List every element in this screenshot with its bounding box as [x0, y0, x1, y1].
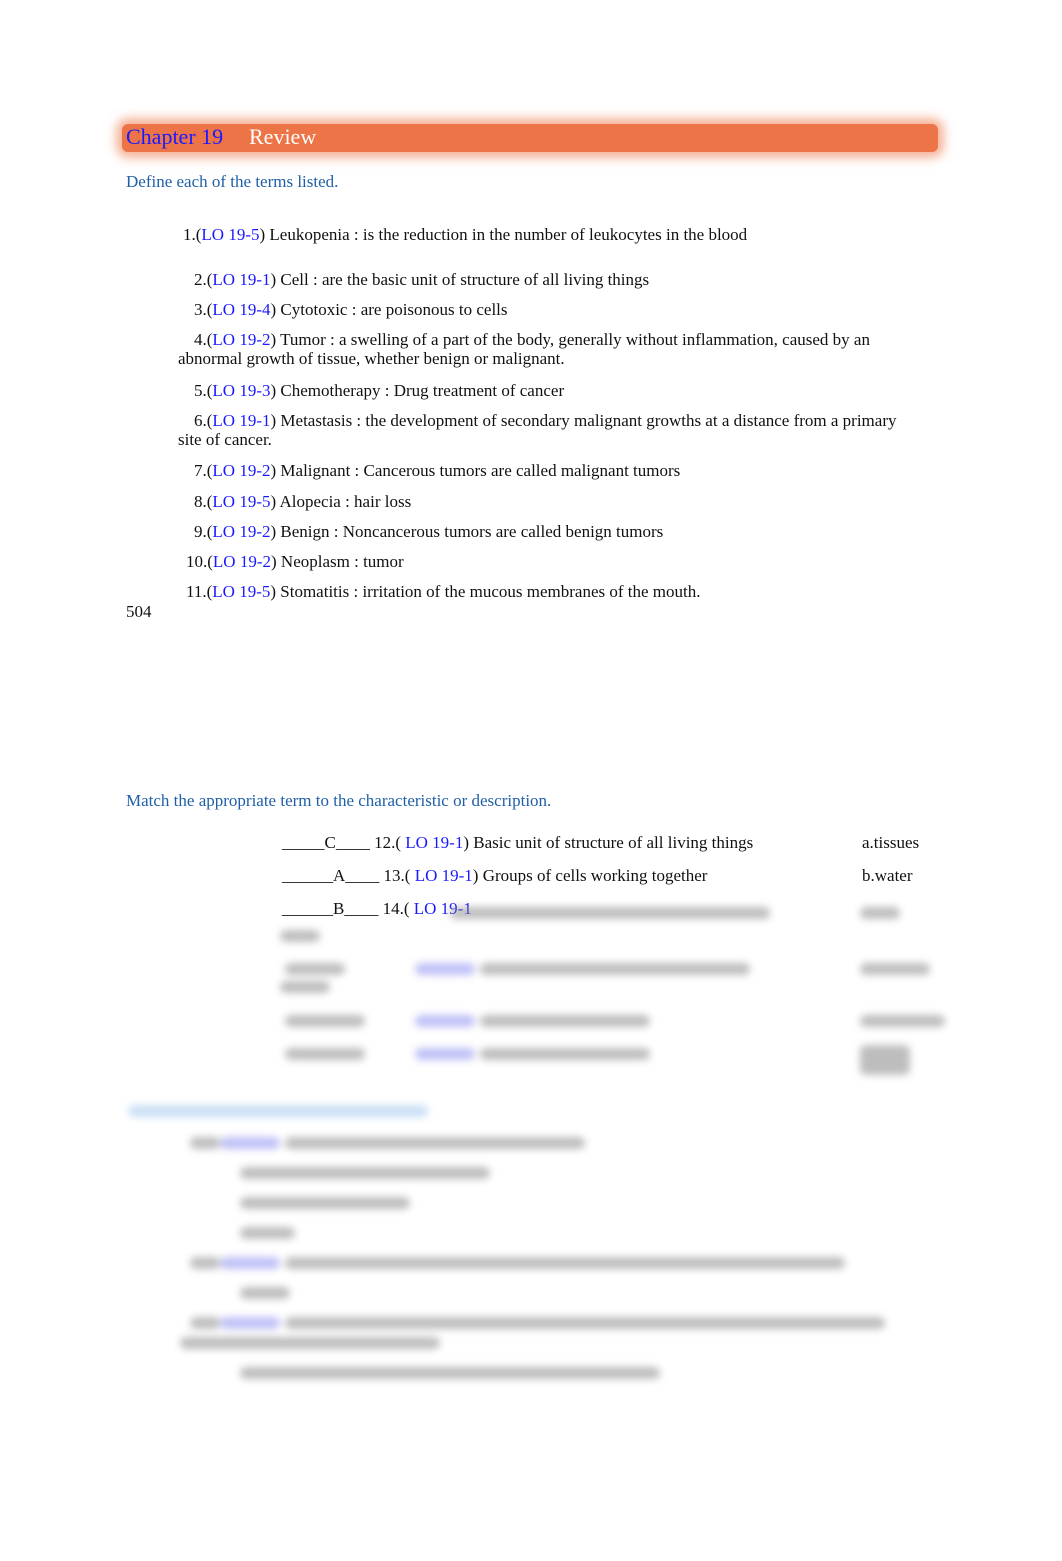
item-number: 1.(: [183, 225, 202, 244]
definition-item: 9.(LO 19-2) Benign : Noncancerous tumors…: [194, 522, 663, 542]
item-number: 8.(: [194, 492, 213, 511]
define-instruction: Define each of the terms listed.: [126, 172, 339, 191]
learning-objective-link[interactable]: LO 19-2: [212, 522, 270, 541]
learning-objective-link[interactable]: LO 19-2: [212, 461, 270, 480]
learning-objective-link[interactable]: LO 19-4: [212, 300, 270, 319]
definition-text: ) Leukopenia : is the reduction in the n…: [259, 225, 748, 244]
item-number: 9.(: [194, 522, 213, 541]
learning-objective-link[interactable]: LO 19-1: [405, 833, 463, 852]
learning-objective-link[interactable]: LO 19-3: [212, 381, 270, 400]
definition-text: ) Neoplasm : tumor: [271, 552, 404, 571]
definition-text: ) Stomatitis : irritation of the mucous …: [270, 582, 701, 601]
item-number: 4.(: [194, 330, 213, 349]
item-number: 11.(: [186, 582, 213, 601]
definition-item: 4.(LO 19-2) Tumor : a swelling of a part…: [194, 330, 870, 350]
answer-option: a.tissues: [862, 833, 920, 852]
definition-item: 11.(LO 19-5) Stomatitis : irritation of …: [186, 582, 700, 602]
description-text: ) Basic unit of structure of all living …: [463, 833, 754, 852]
item-number: 7.(: [194, 461, 213, 480]
definition-text: ) Benign : Noncancerous tumors are calle…: [270, 522, 664, 541]
chapter-number: Chapter 19: [126, 124, 224, 149]
item-number: 3.(: [194, 300, 213, 319]
chapter-header: Chapter 19 Review: [122, 124, 938, 152]
matching-item: _____C____ 12.( LO 19-1) Basic unit of s…: [282, 833, 753, 853]
definition-continuation: site of cancer.: [178, 430, 272, 449]
chapter-title: Review: [249, 124, 317, 149]
learning-objective-link[interactable]: LO 19-2: [212, 330, 270, 349]
learning-objective-link[interactable]: LO 19-1: [212, 270, 270, 289]
item-number: 2.(: [194, 270, 213, 289]
definition-item: 3.(LO 19-4) Cytotoxic : are poisonous to…: [194, 300, 508, 320]
definition-item: 8.(LO 19-5) Alopecia : hair loss: [194, 492, 411, 512]
definition-text: ) Malignant : Cancerous tumors are calle…: [270, 461, 681, 480]
definition-item: 6.(LO 19-1) Metastasis : the development…: [194, 411, 896, 431]
learning-objective-link[interactable]: LO 19-5: [212, 582, 270, 601]
definition-text: ) Metastasis : the development of second…: [270, 411, 897, 430]
item-number: 6.(: [194, 411, 213, 430]
definition-text: ) Tumor : a swelling of a part of the bo…: [270, 330, 870, 349]
definition-text: ) Cytotoxic : are poisonous to cells: [270, 300, 508, 319]
learning-objective-link[interactable]: LO 19-5: [212, 492, 270, 511]
definition-item: 1.(LO 19-5) Leukopenia : is the reductio…: [183, 225, 747, 245]
page-number: 504: [126, 602, 152, 621]
item-number: 5.(: [194, 381, 213, 400]
definition-item: 2.(LO 19-1) Cell : are the basic unit of…: [194, 270, 649, 290]
definition-text: ) Cell : are the basic unit of structure…: [270, 270, 650, 289]
answer-blank[interactable]: ______A____ 13.(: [282, 866, 415, 885]
match-instruction: Match the appropriate term to the charac…: [126, 791, 552, 810]
definition-text: ) Alopecia : hair loss: [270, 492, 412, 511]
description-text: ) Groups of cells working together: [472, 866, 708, 885]
matching-item: ______A____ 13.( LO 19-1) Groups of cell…: [282, 866, 707, 886]
answer-blank[interactable]: _____C____ 12.(: [282, 833, 405, 852]
answer-option: b.water: [862, 866, 913, 885]
item-number: 10.(: [186, 552, 213, 571]
learning-objective-link[interactable]: LO 19-1: [415, 866, 473, 885]
definition-item: 10.(LO 19-2) Neoplasm : tumor: [186, 552, 404, 572]
definition-text: ) Chemotherapy : Drug treatment of cance…: [270, 381, 565, 400]
learning-objective-link[interactable]: LO 19-5: [201, 225, 259, 244]
blurred-content: [120, 895, 960, 1395]
definition-item: 5.(LO 19-3) Chemotherapy : Drug treatmen…: [194, 381, 564, 401]
definition-continuation: abnormal growth of tissue, whether benig…: [178, 349, 565, 368]
learning-objective-link[interactable]: LO 19-1: [212, 411, 270, 430]
definition-item: 7.(LO 19-2) Malignant : Cancerous tumors…: [194, 461, 680, 481]
learning-objective-link[interactable]: LO 19-2: [213, 552, 271, 571]
